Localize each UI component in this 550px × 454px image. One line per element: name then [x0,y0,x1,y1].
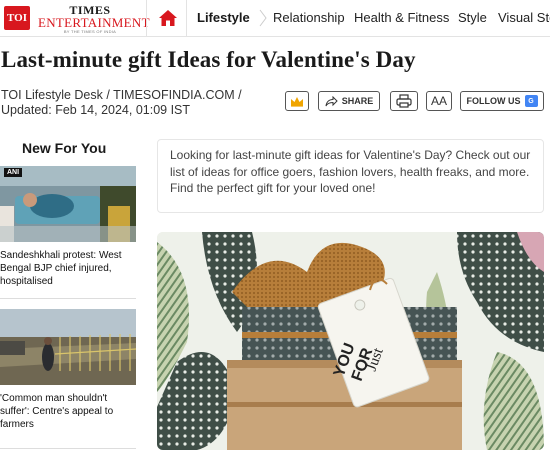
top-navigation: TOI TIMES ENTERTAINMENT BY THE TIMES OF … [0,0,550,37]
article-byline: TOI Lifestyle Desk / TIMESOFINDIA.COM / … [1,88,242,118]
ani-badge: ANI [4,168,23,177]
share-label: SHARE [341,96,374,106]
text-size-button[interactable]: AA [426,91,452,111]
print-button[interactable] [390,91,418,111]
article-summary: Looking for last-minute gift ideas for V… [157,139,544,213]
crown-button[interactable] [285,91,309,111]
nav-divider [146,0,147,37]
byline-updated: Updated: Feb 14, 2024, 01:09 IST [1,103,191,117]
brand-line2: ENTERTAINMENT [38,15,150,30]
share-button[interactable]: SHARE [318,91,380,111]
home-icon[interactable] [158,9,178,27]
share-icon [325,95,338,106]
chevron-right-icon [259,9,267,27]
nav-item-health-fitness[interactable]: Health & Fitness [354,10,449,25]
follow-label: FOLLOW US [466,96,521,106]
sidebar-divider [0,298,136,299]
nav-item-relationship[interactable]: Relationship [273,10,345,25]
nav-divider [186,0,187,37]
byline-author: TOI Lifestyle Desk / TIMESOFINDIA.COM / [1,88,242,102]
google-news-icon: G [524,95,538,107]
nav-item-style[interactable]: Style [458,10,487,25]
follow-us-button[interactable]: FOLLOW US G [460,91,544,111]
print-icon [396,94,412,108]
sidebar-divider [0,448,136,449]
times-entertainment-logo[interactable]: TIMES ENTERTAINMENT BY THE TIMES OF INDI… [38,4,150,34]
news-thumbnail[interactable]: ANI [0,166,136,242]
toi-logo[interactable]: TOI [4,6,30,30]
news-item-title[interactable]: 'Common man shouldn't suffer': Centre's … [0,392,136,431]
farmers-photo [0,309,136,385]
news-item-title[interactable]: Sandeshkhali protest: West Bengal BJP ch… [0,249,136,288]
crown-icon [291,96,303,107]
hospital-photo [0,166,136,242]
sidebar-title: New For You [22,140,107,156]
article-headline: Last-minute gift Ideas for Valentine's D… [1,47,416,72]
nav-item-visual-stories[interactable]: Visual Stories [498,10,550,25]
article-hero-image: Just FOR YOU [157,232,544,450]
gift-box-image: Just FOR YOU [157,232,544,450]
nav-item-lifestyle[interactable]: Lifestyle [197,10,250,25]
news-thumbnail[interactable] [0,309,136,385]
